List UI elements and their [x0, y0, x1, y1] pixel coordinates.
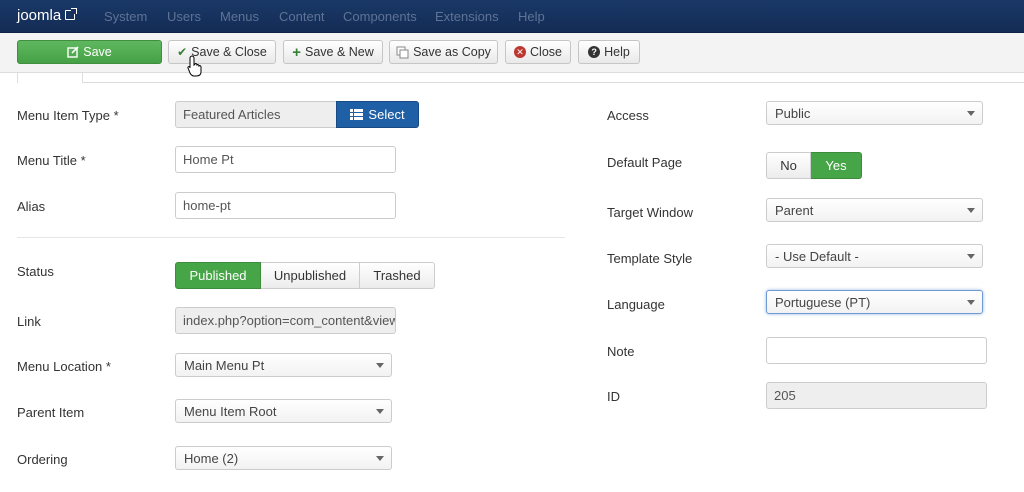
menu-menus[interactable]: Menus [220, 9, 259, 24]
menu-users[interactable]: Users [167, 9, 201, 24]
parent-item-value: Menu Item Root [184, 403, 277, 419]
joomla-brand-link[interactable]: joomla [17, 7, 78, 24]
select-button-label: Select [368, 107, 405, 122]
dropdown-caret-icon [967, 254, 975, 259]
save-copy-label: Save as Copy [413, 45, 491, 59]
details-tab[interactable] [17, 73, 83, 83]
list-icon [350, 109, 364, 120]
target-window-label: Target Window [607, 205, 693, 220]
save-copy-button[interactable]: Save as Copy [389, 40, 498, 64]
menu-components[interactable]: Components [343, 9, 417, 24]
top-navbar: joomla System Users Menus Content Compon… [0, 0, 1024, 33]
default-page-yes-button[interactable]: Yes [811, 152, 862, 179]
save-label: Save [83, 45, 112, 59]
save-new-button[interactable]: + Save & New [283, 40, 383, 64]
target-window-value: Parent [775, 202, 814, 218]
access-value: Public [775, 105, 811, 121]
language-select[interactable]: Portuguese (PT) [766, 290, 983, 314]
section-divider [17, 237, 565, 238]
menu-system[interactable]: System [104, 9, 147, 24]
menu-title-label: Menu Title * [17, 153, 86, 168]
close-icon: ✕ [514, 46, 527, 58]
check-icon: ✔ [177, 45, 188, 59]
dropdown-caret-icon [967, 111, 975, 116]
tab-divider [83, 82, 1024, 83]
default-page-toggle: No Yes [766, 152, 862, 179]
note-label: Note [607, 344, 635, 359]
select-type-button[interactable]: Select [336, 101, 419, 128]
access-label: Access [607, 108, 649, 123]
template-style-value: - Use Default - [775, 248, 859, 264]
menu-help[interactable]: Help [518, 9, 545, 24]
dropdown-caret-icon [967, 208, 975, 213]
close-label: Close [530, 45, 562, 59]
dropdown-caret-icon [967, 300, 975, 305]
dropdown-caret-icon [376, 409, 384, 414]
alias-label: Alias [17, 199, 46, 214]
parent-item-select[interactable]: Menu Item Root [175, 399, 392, 423]
menu-title-input[interactable]: Home Pt [175, 146, 396, 173]
note-input[interactable] [766, 337, 987, 364]
ordering-label: Ordering [17, 452, 68, 467]
edit-icon [67, 46, 79, 58]
menu-location-label: Menu Location * [17, 359, 111, 374]
status-toggle: Published Unpublished Trashed [175, 262, 435, 289]
dropdown-caret-icon [376, 456, 384, 461]
question-icon: ? [588, 46, 601, 58]
status-published-button[interactable]: Published [175, 262, 261, 289]
help-button[interactable]: ? Help [578, 40, 640, 64]
ordering-select[interactable]: Home (2) [175, 446, 392, 470]
menu-item-type-label: Menu Item Type * [17, 108, 119, 123]
status-label: Status [17, 264, 54, 279]
menu-extensions[interactable]: Extensions [435, 9, 499, 24]
brand-label: joomla [17, 7, 62, 24]
toolbar: Save ✔ Save & Close + Save & New Save as… [0, 33, 1024, 73]
dropdown-caret-icon [376, 363, 384, 368]
link-label: Link [17, 314, 41, 329]
external-link-icon [65, 8, 78, 20]
parent-item-label: Parent Item [17, 405, 85, 420]
plus-icon: + [292, 43, 301, 61]
menu-location-select[interactable]: Main Menu Pt [175, 353, 392, 377]
link-field: index.php?option=com_content&view=featur… [175, 307, 396, 334]
default-page-no-button[interactable]: No [766, 152, 811, 179]
save-button[interactable]: Save [17, 40, 162, 64]
menu-content[interactable]: Content [279, 9, 325, 24]
hand-cursor-icon [187, 55, 202, 77]
language-value: Portuguese (PT) [775, 294, 871, 310]
help-label: Help [604, 45, 630, 59]
template-style-select[interactable]: - Use Default - [766, 244, 983, 268]
status-trashed-button[interactable]: Trashed [360, 262, 435, 289]
close-button[interactable]: ✕ Close [505, 40, 571, 64]
default-page-label: Default Page [607, 155, 683, 170]
menu-item-type-field: Featured Articles [175, 101, 337, 128]
template-style-label: Template Style [607, 251, 693, 266]
id-field: 205 [766, 382, 987, 409]
ordering-value: Home (2) [184, 450, 239, 466]
save-new-label: Save & New [304, 45, 374, 59]
target-window-select[interactable]: Parent [766, 198, 983, 222]
status-unpublished-button[interactable]: Unpublished [261, 262, 360, 289]
alias-input[interactable]: home-pt [175, 192, 396, 219]
access-select[interactable]: Public [766, 101, 983, 125]
menu-location-value: Main Menu Pt [184, 357, 265, 373]
save-close-button[interactable]: ✔ Save & Close [168, 40, 276, 64]
copy-icon [396, 46, 409, 58]
id-label: ID [607, 389, 620, 404]
language-label: Language [607, 297, 665, 312]
